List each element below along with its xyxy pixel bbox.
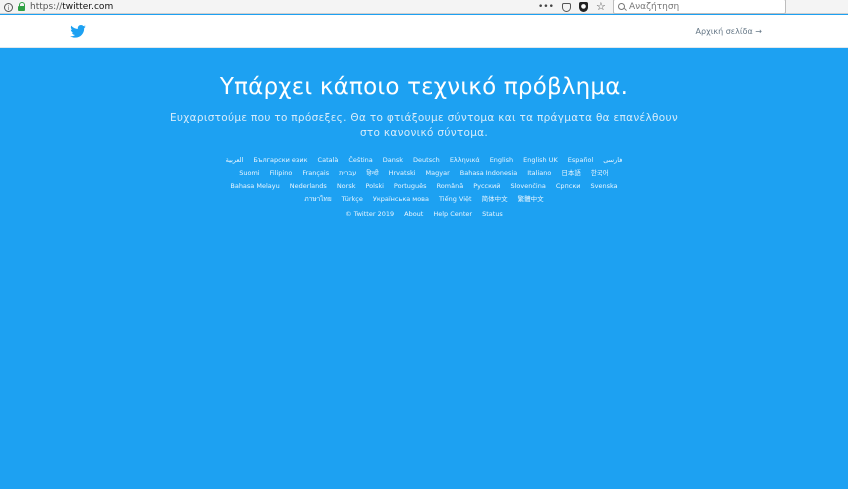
language-link-sv[interactable]: Svenska xyxy=(590,180,617,193)
search-box[interactable] xyxy=(613,0,786,14)
site-header: Αρχική σελίδα → xyxy=(0,15,848,48)
language-link-ar[interactable]: العربية xyxy=(226,154,244,167)
page-actions-button[interactable]: ••• xyxy=(538,0,554,14)
language-link-tr[interactable]: Türkçe xyxy=(342,193,363,206)
language-link-sr[interactable]: Српски xyxy=(556,180,581,193)
language-link-fi[interactable]: Suomi xyxy=(239,167,259,180)
language-link-en-gb[interactable]: English UK xyxy=(523,154,558,167)
error-content: Υπάρχει κάποιο τεχνικό πρόβλημα. Ευχαρισ… xyxy=(0,48,848,489)
copyright-text: © Twitter 2019 xyxy=(345,210,395,218)
language-link-fa[interactable]: فارسی xyxy=(603,154,622,167)
language-link-zh-tw[interactable]: 繁體中文 xyxy=(518,193,544,206)
language-link-el[interactable]: Ελληνικά xyxy=(450,154,480,167)
language-link-fil[interactable]: Filipino xyxy=(270,167,293,180)
language-link-en[interactable]: English xyxy=(490,154,513,167)
error-message: Ευχαριστούμε που το πρόσεξες. Θα το φτιά… xyxy=(169,112,679,139)
language-link-da[interactable]: Dansk xyxy=(383,154,403,167)
language-link-pt[interactable]: Português xyxy=(394,180,427,193)
language-link-fr[interactable]: Français xyxy=(302,167,329,180)
url-text[interactable]: https://twitter.com xyxy=(30,2,113,12)
language-row: Bahasa Melayu Nederlands Norsk Polski Po… xyxy=(0,180,848,193)
language-link-de[interactable]: Deutsch xyxy=(413,154,440,167)
language-link-no[interactable]: Norsk xyxy=(337,180,356,193)
language-link-hi[interactable]: हिन्दी xyxy=(366,167,378,180)
language-link-cs[interactable]: Čeština xyxy=(348,154,372,167)
language-link-ko[interactable]: 한국어 xyxy=(591,167,609,180)
search-input[interactable] xyxy=(629,1,779,12)
search-icon xyxy=(618,3,625,10)
language-row: Suomi Filipino Français עברית हिन्दी Hrv… xyxy=(0,167,848,180)
language-link-ro[interactable]: Română xyxy=(437,180,464,193)
language-link-hr[interactable]: Hrvatski xyxy=(389,167,416,180)
about-link[interactable]: About xyxy=(404,210,423,218)
language-link-ca[interactable]: Català xyxy=(318,154,339,167)
language-link-ru[interactable]: Русский xyxy=(473,180,500,193)
bookmark-star-icon[interactable]: ☆ xyxy=(596,0,606,14)
language-link-ja[interactable]: 日本語 xyxy=(561,167,581,180)
url-prefix: https:// xyxy=(30,2,63,12)
language-link-hu[interactable]: Magyar xyxy=(426,167,450,180)
url-field[interactable]: i https://twitter.com xyxy=(4,0,113,14)
page-title: Υπάρχει κάποιο τεχνικό πρόβλημα. xyxy=(219,74,629,100)
extension-icon[interactable]: ● xyxy=(578,2,588,12)
language-link-es[interactable]: Español xyxy=(568,154,594,167)
language-link-id[interactable]: Bahasa Indonesia xyxy=(460,167,517,180)
status-link[interactable]: Status xyxy=(482,210,503,218)
home-link[interactable]: Αρχική σελίδα → xyxy=(696,27,762,36)
language-link-he[interactable]: עברית xyxy=(339,167,356,180)
info-icon[interactable]: i xyxy=(4,2,13,12)
language-link-pl[interactable]: Polski xyxy=(365,180,383,193)
language-link-ms[interactable]: Bahasa Melayu xyxy=(230,180,279,193)
pocket-icon[interactable] xyxy=(561,2,571,12)
lock-icon[interactable] xyxy=(17,2,26,12)
url-host: twitter.com xyxy=(62,2,114,12)
language-link-bg[interactable]: Български език xyxy=(253,154,307,167)
language-link-uk[interactable]: Українська мова xyxy=(373,193,429,206)
language-link-th[interactable]: ภาษาไทย xyxy=(304,193,331,206)
language-link-sk[interactable]: Slovenčina xyxy=(510,180,545,193)
language-row: العربية Български език Català Čeština Da… xyxy=(0,154,848,167)
language-link-vi[interactable]: Tiếng Việt xyxy=(439,193,472,206)
language-list: العربية Български език Català Čeština Da… xyxy=(0,154,848,206)
language-link-it[interactable]: Italiano xyxy=(527,167,551,180)
language-row: ภาษาไทย Türkçe Українська мова Tiếng Việ… xyxy=(0,193,848,206)
language-link-nl[interactable]: Nederlands xyxy=(290,180,327,193)
footer-links: © Twitter 2019 About Help Center Status xyxy=(0,210,848,218)
browser-toolbar: i https://twitter.com ••• ● ☆ xyxy=(0,0,848,14)
twitter-bird-icon[interactable] xyxy=(70,25,86,38)
language-link-zh-cn[interactable]: 简体中文 xyxy=(482,193,508,206)
help-center-link[interactable]: Help Center xyxy=(433,210,472,218)
